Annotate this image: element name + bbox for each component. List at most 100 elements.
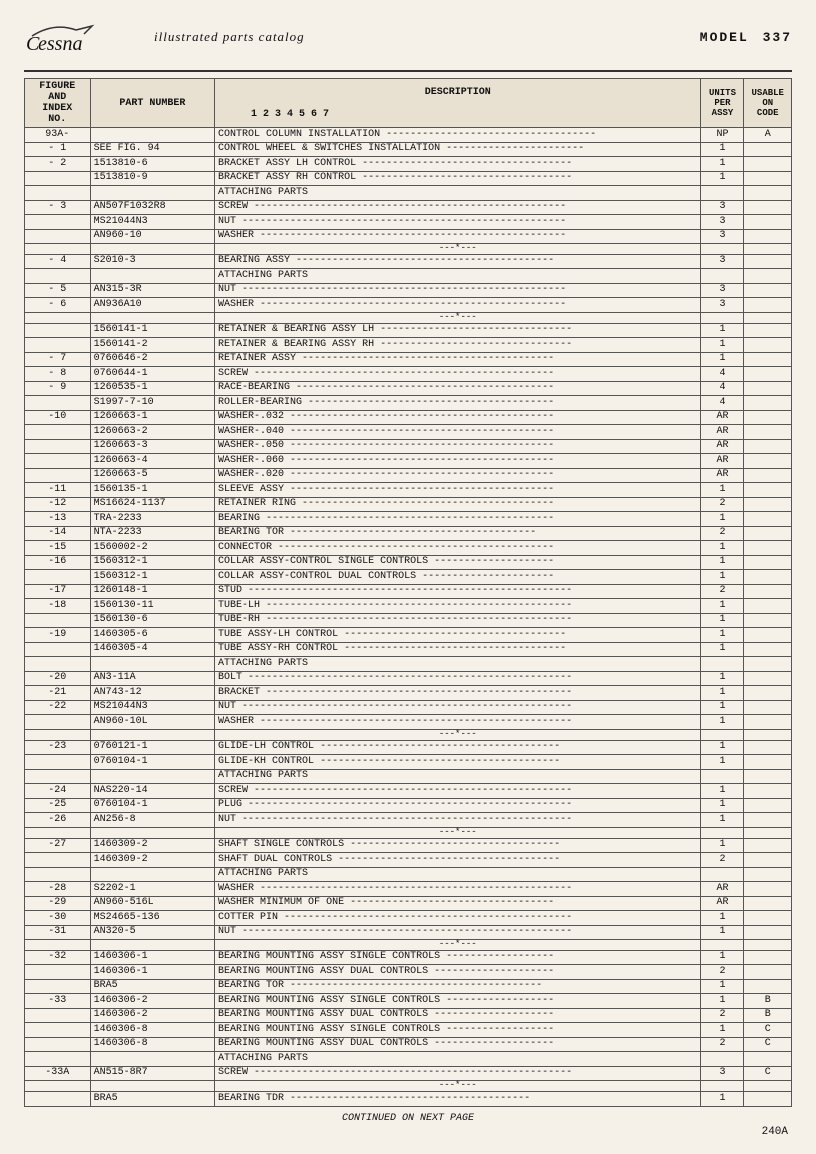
figure-header-line3: INDEX [28,103,87,114]
cell-figure [25,269,91,284]
cell-figure: -21 [25,686,91,701]
cell-units [701,244,744,255]
cell-usable [744,367,792,382]
table-row: 1560312-1COLLAR ASSY-CONTROL DUAL CONTRO… [25,570,792,585]
cell-usable [744,244,792,255]
cell-part: TRA-2233 [90,512,214,527]
cell-units: AR [701,410,744,425]
cell-part: 1260663-1 [90,410,214,425]
cell-part: 1460306-1 [90,950,214,965]
cell-usable [744,497,792,512]
cell-units: 1 [701,740,744,755]
cell-figure: - 7 [25,352,91,367]
cell-units: 4 [701,396,744,411]
table-row: 0760104-1 GLIDE-KH CONTROL -------------… [25,755,792,770]
cell-usable [744,896,792,911]
cell-figure [25,454,91,469]
table-row: 1260663-5 WASHER-.020 ------------------… [25,468,792,483]
model-number: 337 [763,30,792,45]
cell-part: 1460309-2 [90,853,214,868]
cell-units: 1 [701,570,744,585]
cell-description: NUT ------------------------------------… [215,925,701,940]
cell-usable [744,911,792,926]
cell-description: WASHER ---------------------------------… [215,298,701,313]
cell-usable [744,483,792,498]
cell-description: SCREW ----------------------------------… [215,784,701,799]
table-row: ---*--- [25,827,792,838]
cell-description: RETAINER RING --------------------------… [215,497,701,512]
cell-units: 3 [701,1066,744,1081]
cell-part: AN3-11A [90,671,214,686]
cell-description: CONTROL WHEEL & SWITCHES INSTALLATION --… [215,142,701,157]
cell-usable [744,186,792,201]
cell-description: RETAINER & BEARING ASSY LH -------------… [215,323,701,338]
cell-units [701,269,744,284]
cell-description: SCREW ----------------------------------… [215,367,701,382]
cell-figure [25,1092,91,1107]
cell-units [701,312,744,323]
cell-part: 1260663-5 [90,468,214,483]
cell-part: 1460306-1 [90,965,214,980]
table-row: -331460306-2BEARING MOUNTING ASSY SINGLE… [25,994,792,1009]
cell-figure [25,1008,91,1023]
cell-description: BEARING MOUNTING ASSY SINGLE CONTROLS --… [215,1023,701,1038]
table-row: 1460306-8BEARING MOUNTING ASSY DUAL CONT… [25,1037,792,1052]
table-row: ---*--- [25,244,792,255]
table-row: -14NTA-2233 BEARING TOR ----------------… [25,526,792,541]
cell-units: 2 [701,584,744,599]
cell-figure: -28 [25,882,91,897]
cell-units: 1 [701,599,744,614]
cell-usable [744,965,792,980]
cell-units: 1 [701,911,744,926]
cell-part: 0760104-1 [90,755,214,770]
cell-part: 1460306-2 [90,994,214,1009]
cell-description: BEARING TDR ----------------------------… [215,1092,701,1107]
cell-part: 1560130-11 [90,599,214,614]
cell-description: COTTER PIN -----------------------------… [215,911,701,926]
cell-units: 1 [701,950,744,965]
cell-usable [744,425,792,440]
col-header-usable: USABLE ON CODE [744,79,792,128]
cell-figure [25,979,91,994]
cell-part: 1460305-4 [90,642,214,657]
cell-part: 0760644-1 [90,367,214,382]
cell-units: AR [701,882,744,897]
table-row: -101260663-1 WASHER-.032 ---------------… [25,410,792,425]
cell-part: NTA-2233 [90,526,214,541]
cell-units: 1 [701,613,744,628]
cell-figure: -27 [25,838,91,853]
cell-figure: 93A- [25,128,91,143]
cell-figure [25,642,91,657]
table-row: ATTACHING PARTS [25,769,792,784]
cell-description: TUBE-RH --------------------------------… [215,613,701,628]
cell-part: 1460306-8 [90,1037,214,1052]
cell-usable: C [744,1023,792,1038]
table-row: -111560135-1 SLEEVE ASSY ---------------… [25,483,792,498]
cell-figure: -22 [25,700,91,715]
cell-usable [744,229,792,244]
table-row: -31AN320-5NUT --------------------------… [25,925,792,940]
cell-part: NAS220-14 [90,784,214,799]
cell-figure: -26 [25,813,91,828]
cell-part: 1560135-1 [90,483,214,498]
cell-description: BEARING MOUNTING ASSY DUAL CONTROLS ----… [215,1008,701,1023]
cell-usable [744,671,792,686]
table-row: -30MS24665-136COTTER PIN ---------------… [25,911,792,926]
cell-description: BEARING MOUNTING ASSY DUAL CONTROLS ----… [215,1037,701,1052]
cell-description: ATTACHING PARTS [215,186,701,201]
cell-figure [25,439,91,454]
table-row: ---*--- [25,729,792,740]
cell-units: 4 [701,367,744,382]
cell-figure: -17 [25,584,91,599]
table-row: -26AN256-8NUT --------------------------… [25,813,792,828]
table-row: - 3AN507F1032R8SCREW -------------------… [25,200,792,215]
cell-description: ATTACHING PARTS [215,269,701,284]
table-row: 1260663-2 WASHER-.040 ------------------… [25,425,792,440]
cell-figure: - 6 [25,298,91,313]
cell-units: 2 [701,853,744,868]
cell-usable [744,642,792,657]
table-row: - 91260535-1 RACE-BEARING --------------… [25,381,792,396]
cell-figure: - 3 [25,200,91,215]
cell-usable [744,323,792,338]
cell-part [90,769,214,784]
